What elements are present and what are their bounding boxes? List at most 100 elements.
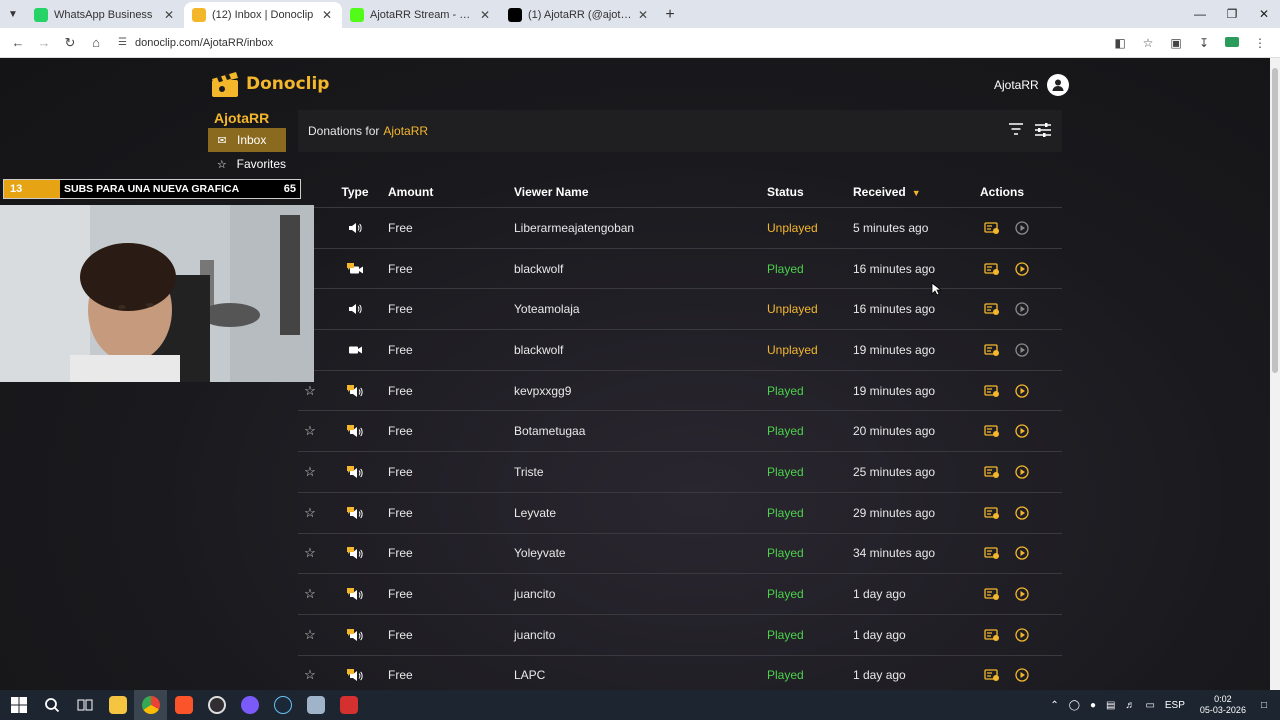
chrome-icon[interactable] [134, 690, 167, 720]
archive-action-icon[interactable] [984, 627, 1000, 643]
microphone-icon[interactable]: ● [1090, 700, 1096, 711]
sidebar-item-favorites[interactable]: ☆ Favorites [208, 152, 286, 176]
clock[interactable]: 0:02 05-03-2026 [1200, 694, 1246, 716]
favorite-star-icon[interactable]: ☆ [298, 667, 322, 683]
play-action-icon[interactable] [1014, 261, 1030, 277]
browser-tab[interactable]: WhatsApp Business ✕ [26, 2, 184, 28]
table-row[interactable]: ☆ Free LAPC Played 1 day ago [298, 656, 1062, 690]
play-action-icon[interactable] [1014, 301, 1030, 317]
file-explorer-icon[interactable] [101, 690, 134, 720]
table-row[interactable]: ☆ Free Yoleyvate Played 34 minutes ago [298, 534, 1062, 575]
table-row[interactable]: ☆ Free kevpxxgg9 Played 19 minutes ago [298, 371, 1062, 412]
play-action-icon[interactable] [1014, 220, 1030, 236]
tray-chevron-icon[interactable]: ⌃ [1050, 700, 1058, 711]
url-field[interactable]: ☰ donoclip.com/AjotaRR/inbox [118, 37, 273, 49]
tray-app-icon[interactable]: ◯ [1069, 700, 1080, 711]
task-view-icon[interactable] [68, 690, 101, 720]
back-icon[interactable]: ← [6, 35, 30, 50]
archive-action-icon[interactable] [984, 667, 1000, 683]
tab-close-icon[interactable]: ✕ [636, 8, 650, 22]
table-row[interactable]: Free Liberarmeajatengoban Unplayed 5 minute… [298, 208, 1062, 249]
play-action-icon[interactable] [1014, 464, 1030, 480]
favorite-star-icon[interactable]: ☆ [298, 464, 322, 480]
play-action-icon[interactable] [1014, 505, 1030, 521]
windows-start-icon[interactable] [2, 690, 35, 720]
tool-icon[interactable] [299, 690, 332, 720]
streamer-app-icon[interactable] [332, 690, 365, 720]
play-action-icon[interactable] [1014, 627, 1030, 643]
tab-close-icon[interactable]: ✕ [162, 8, 176, 22]
col-type[interactable]: Type [322, 185, 388, 199]
table-row[interactable]: ☆ Free Leyvate Played 29 minutes ago [298, 493, 1062, 534]
filter-icon[interactable] [1008, 122, 1024, 141]
new-tab-button[interactable]: + [658, 2, 682, 28]
col-amount[interactable]: Amount [388, 185, 514, 199]
tab-close-icon[interactable]: ✕ [478, 8, 492, 22]
favorite-star-icon[interactable]: ☆ [298, 505, 322, 521]
menu-kebab-icon[interactable]: ⋮ [1246, 36, 1274, 50]
play-action-icon[interactable] [1014, 667, 1030, 683]
home-icon[interactable]: ⌂ [84, 35, 108, 50]
play-action-icon[interactable] [1014, 423, 1030, 439]
sidebar-item-inbox[interactable]: ✉ Inbox [208, 128, 286, 152]
archive-action-icon[interactable] [984, 342, 1000, 358]
download-icon[interactable]: ↧ [1190, 36, 1218, 50]
table-row[interactable]: ☆ Free Triste Played 25 minutes ago [298, 452, 1062, 493]
battery-icon[interactable]: ▭ [1145, 700, 1154, 711]
col-received[interactable]: Received ▼ [853, 185, 980, 199]
restore-button[interactable]: ❐ [1216, 0, 1248, 28]
browser-tab[interactable]: (12) Inbox | Donoclip ✕ [184, 2, 342, 28]
archive-action-icon[interactable] [984, 261, 1000, 277]
user-avatar-icon[interactable] [1046, 74, 1069, 96]
play-action-icon[interactable] [1014, 586, 1030, 602]
archive-action-icon[interactable] [984, 423, 1000, 439]
close-window-button[interactable]: ✕ [1248, 0, 1280, 28]
settings-sliders-icon[interactable] [1034, 122, 1052, 141]
table-row[interactable]: Free blackwolf Played 16 minutes ago [298, 249, 1062, 290]
archive-action-icon[interactable] [984, 464, 1000, 480]
col-viewer[interactable]: Viewer Name [514, 185, 767, 199]
taskbar-search-icon[interactable] [35, 690, 68, 720]
page-scrollbar[interactable] [1270, 58, 1280, 690]
tab-close-icon[interactable]: ✕ [320, 8, 334, 22]
favorite-star-icon[interactable]: ☆ [298, 627, 322, 643]
tab-search-dropdown-icon[interactable]: ▼ [0, 0, 26, 28]
favorite-star-icon[interactable]: ☆ [298, 383, 322, 399]
archive-action-icon[interactable] [984, 586, 1000, 602]
table-row[interactable]: ☆ Free juancito Played 1 day ago [298, 615, 1062, 656]
favorite-star-icon[interactable]: ☆ [298, 423, 322, 439]
archive-action-icon[interactable] [984, 220, 1000, 236]
reload-icon[interactable]: ↻ [58, 35, 82, 51]
table-row[interactable]: Free blackwolf Unplayed 19 minutes ago [298, 330, 1062, 371]
user-menu[interactable]: AjotaRR [994, 74, 1069, 96]
archive-action-icon[interactable] [984, 383, 1000, 399]
minimize-button[interactable]: — [1184, 0, 1216, 28]
favorite-star-icon[interactable]: ☆ [298, 545, 322, 561]
translate-icon[interactable]: ◧ [1106, 36, 1134, 50]
scrollbar-thumb[interactable] [1272, 68, 1278, 373]
archive-action-icon[interactable] [984, 301, 1000, 317]
steam-icon[interactable] [266, 690, 299, 720]
app-icon[interactable] [233, 690, 266, 720]
archive-action-icon[interactable] [984, 545, 1000, 561]
notifications-icon[interactable]: □ [1261, 700, 1267, 711]
network-icon[interactable]: ▤ [1106, 700, 1115, 711]
table-row[interactable]: ☆ Free Botametugaa Played 20 minutes ago [298, 411, 1062, 453]
play-action-icon[interactable] [1014, 545, 1030, 561]
volume-icon[interactable]: ♬ [1125, 700, 1135, 711]
browser-tab[interactable]: AjotaRR Stream - Watch Live o✕ [342, 2, 500, 28]
site-info-icon[interactable]: ☰ [118, 37, 127, 48]
extensions-icon[interactable]: ▣ [1162, 36, 1190, 50]
play-action-icon[interactable] [1014, 383, 1030, 399]
table-row[interactable]: ☆ Free juancito Played 1 day ago [298, 574, 1062, 615]
donoclip-logo[interactable]: Donoclip [210, 70, 329, 98]
browser-tab[interactable]: (1) AjotaRR (@ajotaxr) / X✕ [500, 2, 658, 28]
col-status[interactable]: Status [767, 185, 853, 199]
profile-icon[interactable] [1218, 36, 1246, 50]
archive-action-icon[interactable] [984, 505, 1000, 521]
obs-icon[interactable] [200, 690, 233, 720]
forward-icon[interactable]: → [32, 35, 56, 50]
brave-icon[interactable] [167, 690, 200, 720]
table-row[interactable]: Free Yoteamolaja Unplayed 16 minutes ago [298, 289, 1062, 331]
language-indicator[interactable]: ESP [1165, 700, 1185, 711]
